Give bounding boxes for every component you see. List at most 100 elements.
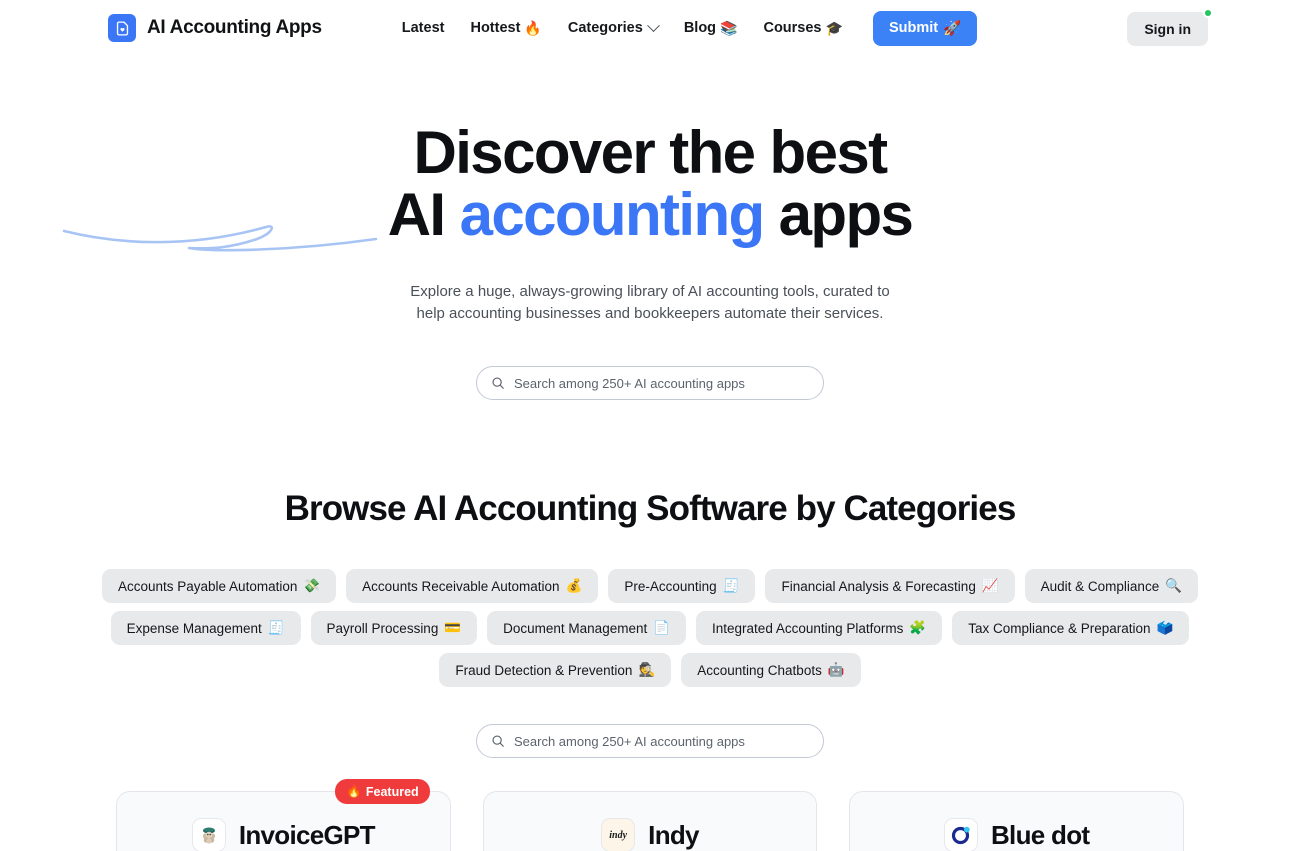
nav-label: Blog [683, 20, 717, 36]
category-tag-document-management[interactable]: Document Management 📄 [487, 611, 687, 645]
puzzle-piece-icon: 🧩 [909, 620, 927, 635]
nav-item-blog[interactable]: Blog 📚 [671, 14, 751, 43]
category-tag-fraud-detection-prevention[interactable]: Fraud Detection & Prevention 🕵️ [439, 653, 672, 687]
page-title: Discover the best AI accounting apps [0, 123, 1300, 248]
fire-icon: 🔥 [346, 784, 362, 798]
category-tag-audit-compliance[interactable]: Audit & Compliance 🔍 [1024, 569, 1199, 603]
bluedot-logo [943, 818, 978, 851]
signin-wrapper: Sign in [1127, 8, 1213, 46]
tag-label: Financial Analysis & Forecasting [781, 578, 976, 594]
tag-label: Fraud Detection & Prevention [455, 662, 633, 678]
credit-card-icon: 💳 [444, 620, 462, 635]
indy-logo-text: indy [609, 829, 628, 841]
page-icon: 📄 [653, 620, 671, 635]
category-tag-row: Expense Management 🧾 Payroll Processing … [110, 611, 1190, 645]
indy-logo: indy [601, 818, 636, 851]
hero-title-line2: AI accounting apps [0, 181, 1300, 248]
hero-title-accent: accounting [459, 181, 766, 248]
books-icon: 📚 [720, 19, 738, 36]
invoicegpt-logo [191, 818, 226, 851]
document-heart-icon [108, 14, 136, 42]
app-card-indy[interactable]: indy Indy [482, 791, 818, 851]
tag-label: Integrated Accounting Platforms [712, 620, 904, 636]
receipt-icon: 🧾 [722, 578, 740, 593]
card-header: InvoiceGPT [191, 818, 376, 851]
category-tag-row: Fraud Detection & Prevention 🕵️ Accounti… [439, 653, 861, 687]
tag-label: Tax Compliance & Preparation [968, 620, 1151, 636]
hero-subtitle: Explore a huge, always-growing library o… [0, 281, 1300, 325]
brand-name: AI Accounting Apps [147, 17, 322, 38]
hero-subtitle-line2: help accounting businesses and bookkeepe… [416, 305, 884, 322]
detective-icon: 🕵️ [638, 662, 656, 677]
search-input[interactable]: Search among 250+ AI accounting apps [476, 366, 824, 400]
category-tag-payroll-processing[interactable]: Payroll Processing 💳 [310, 611, 478, 645]
chevron-down-icon [646, 18, 660, 32]
search-icon [492, 735, 504, 747]
graduation-cap-icon: 🎓 [825, 19, 843, 36]
listing-search-wrapper: Search among 250+ AI accounting apps [0, 724, 1300, 758]
category-tag-accounts-payable-automation[interactable]: Accounts Payable Automation 💸 [101, 569, 337, 603]
search-icon [492, 377, 504, 389]
card-title: Indy [648, 819, 699, 850]
site-header: AI Accounting Apps Latest Hottest 🔥 Cate… [0, 0, 1300, 56]
search-input-secondary[interactable]: Search among 250+ AI accounting apps [476, 724, 824, 758]
app-card-blue-dot[interactable]: Blue dot [849, 791, 1185, 851]
hero-title-pre: AI [387, 181, 460, 248]
tag-label: Expense Management [126, 620, 262, 636]
category-tag-tax-compliance-preparation[interactable]: Tax Compliance & Preparation 🗳️ [952, 611, 1190, 645]
brand[interactable]: AI Accounting Apps [108, 14, 322, 42]
ballot-box-icon: 🗳️ [1156, 620, 1174, 635]
main-nav: Latest Hottest 🔥 Categories Blog 📚 Cours… [389, 10, 978, 46]
tag-label: Accounting Chatbots [697, 662, 822, 678]
hero-section: Discover the best AI accounting apps Exp… [0, 56, 1300, 400]
app-card-invoicegpt[interactable]: 🔥 Featured InvoiceGPT [116, 779, 451, 851]
tag-label: Audit & Compliance [1040, 578, 1160, 594]
receipt-icon: 🧾 [267, 620, 285, 635]
hero-search-wrapper: Search among 250+ AI accounting apps [0, 366, 1300, 400]
tag-label: Payroll Processing [326, 620, 439, 636]
magnifying-glass-icon: 🔍 [1165, 578, 1183, 593]
nav-item-categories[interactable]: Categories [555, 14, 671, 42]
featured-badge: 🔥 Featured [335, 779, 430, 804]
category-tag-row: Accounts Payable Automation 💸 Accounts R… [101, 569, 1199, 603]
nav-item-hottest[interactable]: Hottest 🔥 [457, 14, 554, 43]
category-tag-financial-analysis-forecasting[interactable]: Financial Analysis & Forecasting 📈 [765, 569, 1015, 603]
card-header: indy Indy [601, 818, 700, 851]
nav-item-latest[interactable]: Latest [389, 14, 458, 42]
robot-icon: 🤖 [827, 662, 845, 677]
categories-section: Browse AI Accounting Software by Categor… [0, 489, 1300, 758]
card-header: Blue dot [943, 818, 1090, 851]
tag-label: Document Management [503, 620, 648, 636]
categories-heading: Browse AI Accounting Software by Categor… [284, 489, 1017, 528]
category-tag-expense-management[interactable]: Expense Management 🧾 [110, 611, 301, 645]
fire-icon: 🔥 [524, 19, 542, 36]
tag-label: Pre-Accounting [624, 578, 717, 594]
nav-label: Hottest [470, 20, 521, 36]
hero-title-post: apps [763, 181, 914, 248]
category-tag-integrated-accounting-platforms[interactable]: Integrated Accounting Platforms 🧩 [696, 611, 943, 645]
money-wings-icon: 💸 [303, 578, 321, 593]
category-tag-rows: Accounts Payable Automation 💸 Accounts R… [0, 569, 1300, 687]
search-placeholder: Search among 250+ AI accounting apps [514, 733, 745, 749]
chart-increasing-icon: 📈 [981, 578, 999, 593]
submit-button[interactable]: Submit 🚀 [872, 10, 978, 46]
card-title: InvoiceGPT [238, 819, 376, 850]
app-cards-grid: 🔥 Featured InvoiceGPT indy Indy Blue dot [0, 779, 1300, 851]
money-bag-icon: 💰 [565, 578, 583, 593]
nav-item-courses[interactable]: Courses 🎓 [750, 14, 855, 43]
rocket-icon: 🚀 [943, 20, 962, 37]
search-placeholder: Search among 250+ AI accounting apps [514, 375, 745, 391]
submit-label: Submit [888, 20, 939, 36]
nav-label: Latest [401, 20, 445, 36]
nav-label: Courses [763, 20, 822, 36]
hero-title-line1: Discover the best [413, 119, 889, 186]
tag-label: Accounts Receivable Automation [362, 578, 560, 594]
category-tag-accounts-receivable-automation[interactable]: Accounts Receivable Automation 💰 [346, 569, 599, 603]
card-title: Blue dot [990, 819, 1090, 850]
tag-label: Accounts Payable Automation [117, 578, 298, 594]
signin-button[interactable]: Sign in [1127, 12, 1208, 46]
online-status-dot [1203, 8, 1213, 18]
category-tag-accounting-chatbots[interactable]: Accounting Chatbots 🤖 [681, 653, 861, 687]
featured-label: Featured [365, 784, 419, 799]
category-tag-pre-accounting[interactable]: Pre-Accounting 🧾 [608, 569, 756, 603]
